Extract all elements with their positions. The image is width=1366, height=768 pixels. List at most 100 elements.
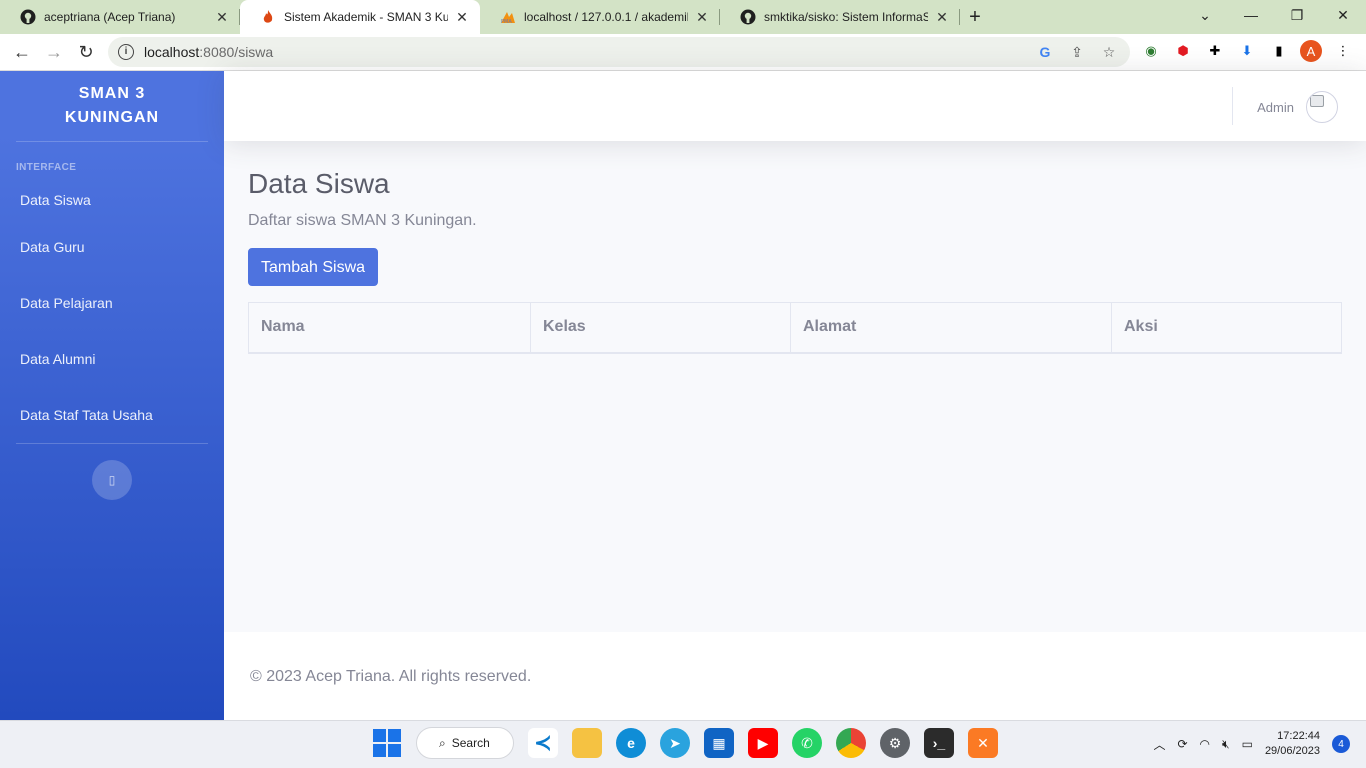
sidebar-item-data-pelajaran[interactable]: Data Pelajaran (0, 275, 224, 331)
extensions-area: ◉ ⬢ ✚ ⬇ ▮ A ⋮ (1140, 40, 1354, 62)
new-tab-button[interactable]: + (960, 0, 990, 34)
search-label: Search (451, 736, 490, 750)
browser-tab-strip: aceptriana (Acep Triana) ✕ Sistem Akadem… (0, 0, 1366, 34)
edge-icon[interactable]: e (616, 728, 646, 758)
sidebar-item-data-guru[interactable]: Data Guru (0, 219, 224, 275)
sidebar-item-data-siswa[interactable]: Data Siswa (0, 181, 224, 219)
address-host: localhost (144, 44, 200, 60)
tab-title: aceptriana (Acep Triana) (44, 10, 176, 24)
browser-tab-active[interactable]: Sistem Akademik - SMAN 3 Kuningan ✕ (240, 0, 480, 34)
column-header-nama: Nama (248, 302, 531, 354)
window-controls: ⌄ — ❐ ✕ (1182, 0, 1366, 34)
extensions-puzzle-icon[interactable]: ✚ (1204, 40, 1226, 62)
taskbar-search[interactable]: ⌕ Search (416, 727, 514, 759)
close-tab-icon[interactable]: ✕ (214, 9, 230, 25)
browser-tab[interactable]: PMA localhost / 127.0.0.1 / akademikn ✕ (480, 0, 720, 34)
download-icon[interactable]: ⬇ (1236, 40, 1258, 62)
phpmyadmin-icon: PMA (500, 9, 516, 25)
browser-toolbar: ← → ↻ i localhost:8080/siswa G ⇪ ☆ ◉ ⬢ ✚… (0, 34, 1366, 71)
tab-search-icon[interactable]: ⌄ (1182, 0, 1228, 30)
close-tab-icon[interactable]: ✕ (934, 9, 950, 25)
reload-button[interactable]: ↻ (70, 36, 102, 68)
minimize-button[interactable]: — (1228, 0, 1274, 30)
chrome-icon[interactable] (836, 728, 866, 758)
chevron-left-icon: ▯ (108, 473, 116, 487)
sidebar-item-label: Data Staf Tata Usaha (20, 407, 153, 423)
sidebar-item-label: Data Siswa (20, 192, 91, 208)
youtube-icon[interactable]: ▶ (748, 728, 778, 758)
store-icon[interactable]: ▦ (704, 728, 734, 758)
site-info-icon[interactable]: i (118, 44, 134, 60)
clock[interactable]: 17:22:44 29/06/2023 (1265, 729, 1320, 759)
back-button[interactable]: ← (6, 36, 38, 68)
settings-gear-icon[interactable]: ⚙ (880, 728, 910, 758)
telegram-icon[interactable]: ➤ (660, 728, 690, 758)
sync-icon[interactable]: ⟳ (1177, 737, 1187, 751)
sidebar-item-label: Data Guru (20, 239, 85, 255)
column-header-alamat: Alamat (790, 302, 1112, 354)
forward-button[interactable]: → (38, 36, 70, 68)
students-table: Nama Kelas Alamat Aksi (248, 302, 1342, 354)
share-icon[interactable]: ⇪ (1068, 43, 1086, 61)
topbar-divider (1232, 87, 1233, 125)
whatsapp-icon[interactable]: ✆ (792, 728, 822, 758)
adblock-icon[interactable]: ⬢ (1172, 40, 1194, 62)
system-tray: ︿ ⟳ ◠ 🔇︎ ▭ 17:22:44 29/06/2023 4 (1153, 729, 1350, 759)
sidebar-heading: INTERFACE (16, 162, 77, 173)
chevron-up-icon[interactable]: ︿ (1153, 736, 1165, 753)
sidebar-item-label: Data Pelajaran (20, 295, 113, 311)
user-avatar (1306, 91, 1338, 123)
footer: © 2023 Acep Triana. All rights reserved. (224, 632, 1366, 720)
clock-time: 17:22:44 (1277, 730, 1320, 742)
close-tab-icon[interactable]: ✕ (694, 9, 710, 25)
sidebar: SMAN 3 KUNINGAN INTERFACE Data Siswa Dat… (0, 71, 224, 720)
taskbar: ⌕ Search ≺ e ➤ ▦ ▶ ✆ ⚙ ›_ ✕ ︿ ⟳ ◠ 🔇︎ ▭ 1… (0, 720, 1366, 768)
close-window-button[interactable]: ✕ (1320, 0, 1366, 30)
close-tab-icon[interactable]: ✕ (454, 9, 470, 25)
tab-title: smktika/sisko: Sistem InformaSi s (764, 10, 928, 24)
user-name: Admin (1257, 99, 1294, 115)
bookmark-star-icon[interactable]: ☆ (1100, 43, 1118, 61)
restore-button[interactable]: ❐ (1274, 0, 1320, 30)
vscode-icon[interactable]: ≺ (528, 728, 558, 758)
omnibox-actions: G ⇪ ☆ (1036, 43, 1118, 61)
google-icon[interactable]: G (1036, 43, 1054, 61)
address-path: :8080/siswa (199, 44, 274, 60)
copyright-text: © 2023 Acep Triana. All rights reserved. (250, 668, 532, 685)
page-title: Data Siswa (248, 168, 390, 199)
clock-date: 29/06/2023 (1264, 745, 1320, 757)
brand-line-1: SMAN 3 (78, 85, 146, 102)
column-header-kelas: Kelas (530, 302, 791, 354)
terminal-icon[interactable]: ›_ (924, 728, 954, 758)
browser-tab[interactable]: smktika/sisko: Sistem InformaSi s ✕ (720, 0, 960, 34)
windows-start-icon[interactable] (372, 728, 402, 758)
sidebar-brand[interactable]: SMAN 3 KUNINGAN (0, 71, 224, 141)
sidebar-item-label: Data Alumni (20, 351, 96, 367)
file-explorer-icon[interactable] (572, 728, 602, 758)
extension-globe-icon[interactable]: ◉ (1140, 40, 1162, 62)
tab-title: Sistem Akademik - SMAN 3 Kuningan (284, 10, 448, 24)
xampp-icon[interactable]: ✕ (968, 728, 998, 758)
topbar: Admin (224, 71, 1366, 141)
add-student-button[interactable]: Tambah Siswa (248, 248, 379, 286)
battery-icon[interactable]: ▭ (1242, 737, 1253, 751)
sidebar-toggle-button[interactable]: ▯ (92, 460, 132, 500)
column-header-aksi: Aksi (1111, 302, 1342, 354)
menu-kebab-icon[interactable]: ⋮ (1332, 40, 1354, 62)
tab-title: localhost / 127.0.0.1 / akademikn (524, 10, 688, 24)
browser-tab[interactable]: aceptriana (Acep Triana) ✕ (0, 0, 240, 34)
sidebar-toggle-wrap: ▯ (0, 444, 224, 500)
github-icon (740, 9, 756, 25)
svg-text:PMA: PMA (501, 19, 512, 24)
table-header-row: Nama Kelas Alamat Aksi (248, 302, 1342, 354)
profile-avatar[interactable]: A (1300, 40, 1322, 62)
sidebar-item-data-alumni[interactable]: Data Alumni (0, 331, 224, 387)
address-bar[interactable]: i localhost:8080/siswa G ⇪ ☆ (108, 37, 1130, 67)
volume-muted-icon[interactable]: 🔇︎ (1222, 737, 1230, 752)
codeigniter-icon (260, 9, 276, 25)
wifi-icon[interactable]: ◠ (1200, 737, 1210, 751)
user-dropdown[interactable]: Admin (1257, 91, 1338, 123)
notification-badge[interactable]: 4 (1332, 735, 1350, 753)
sidebar-item-data-staf[interactable]: Data Staf Tata Usaha (0, 387, 224, 443)
side-panel-icon[interactable]: ▮ (1268, 40, 1290, 62)
